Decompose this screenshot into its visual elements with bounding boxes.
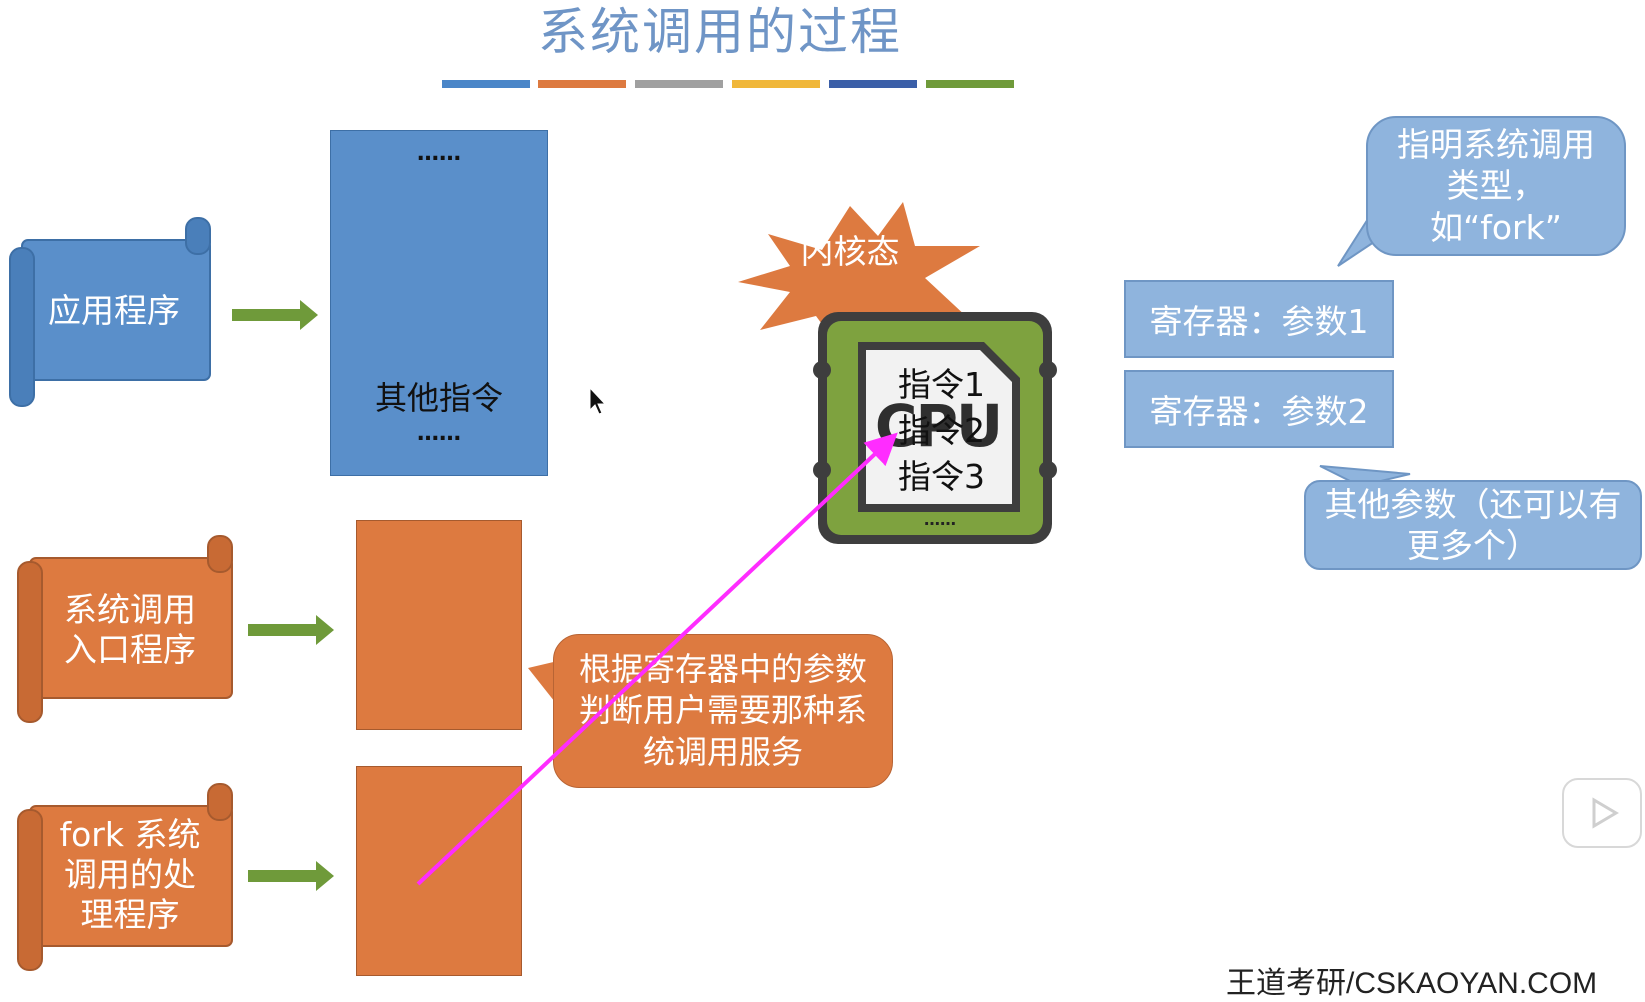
other-instructions-label: 其他指令 xyxy=(374,379,503,417)
fork-scroll-label: fork 系统调用的处理程序 xyxy=(59,814,201,935)
memory-dots-top: …… xyxy=(417,141,461,166)
green-arrow-2 xyxy=(248,615,334,645)
cpu-dots: …… xyxy=(924,510,956,529)
register-param-1: 寄存器：参数1 xyxy=(1124,280,1394,358)
cpu-instruction-2: 指令2 xyxy=(898,411,985,450)
play-icon xyxy=(1592,797,1619,829)
green-arrow-3 xyxy=(248,861,334,891)
play-button[interactable] xyxy=(1562,778,1642,848)
syscall-type-callout: 指明系统调用类型，如“fork” xyxy=(1366,116,1626,256)
dispatch-callout: 根据寄存器中的参数判断用户需要那种系统调用服务 xyxy=(553,634,893,788)
kernel-mode-label: 内核态 xyxy=(800,232,900,271)
memory-block-fork xyxy=(356,766,522,976)
memory-dots-bottom: …… xyxy=(417,421,461,446)
other-params-callout: 其他参数（还可以有更多个） xyxy=(1304,480,1642,570)
cpu-instruction-3: 指令3 xyxy=(898,457,985,496)
memory-block-blue: …… 其他指令 …… xyxy=(330,130,548,476)
memory-block-entry xyxy=(356,520,522,730)
app-scroll-label: 应用程序 xyxy=(48,290,180,330)
cpu-instruction-1: 指令1 xyxy=(898,365,985,404)
green-arrow-1 xyxy=(232,300,318,330)
register-param-2: 寄存器：参数2 xyxy=(1124,370,1394,448)
entry-scroll-label: 系统调用入口程序 xyxy=(64,589,196,669)
footer-watermark: 王道考研/CSKAOYAN.COM xyxy=(1226,967,1598,1000)
